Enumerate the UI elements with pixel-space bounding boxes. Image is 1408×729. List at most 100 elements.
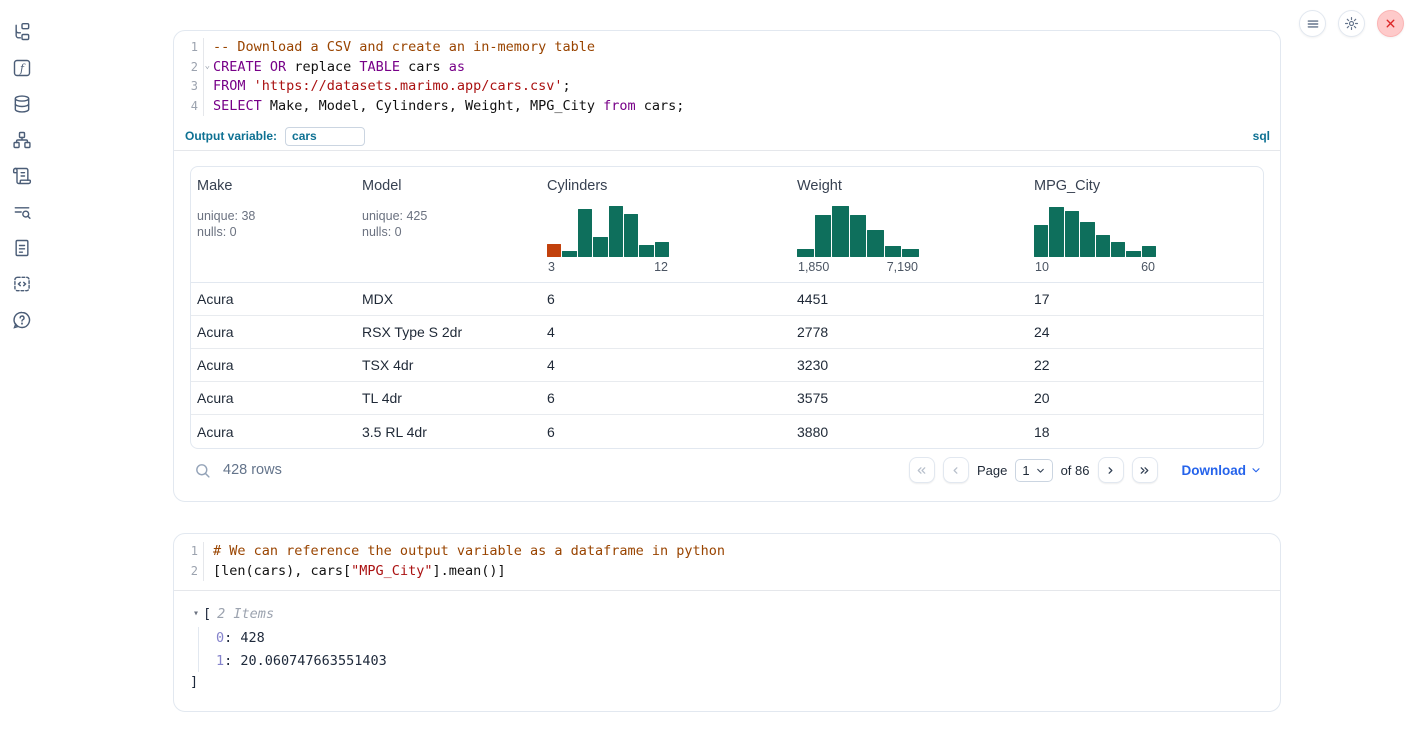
histogram-bars[interactable] bbox=[1034, 203, 1156, 257]
column-stat: unique: 38 bbox=[197, 208, 350, 224]
code-token: cars bbox=[400, 59, 449, 75]
histogram-bars[interactable] bbox=[797, 203, 919, 257]
table-cell: 22 bbox=[1028, 357, 1263, 373]
svg-text:f: f bbox=[19, 62, 26, 75]
column-header-model[interactable]: Modelunique: 425nulls: 0 bbox=[356, 167, 541, 282]
column-header-make[interactable]: Makeunique: 38nulls: 0 bbox=[191, 167, 356, 282]
column-stat: nulls: 0 bbox=[197, 224, 350, 240]
collapse-chevron-icon[interactable]: ▾ bbox=[193, 604, 199, 624]
histogram-bar bbox=[624, 214, 638, 257]
menu-button[interactable] bbox=[1299, 10, 1326, 37]
database-icon[interactable] bbox=[11, 93, 33, 115]
help-bubble-icon[interactable] bbox=[11, 309, 33, 331]
table-cell: Acura bbox=[191, 424, 356, 440]
code-token: ; bbox=[563, 78, 571, 94]
close-button[interactable] bbox=[1377, 10, 1404, 37]
code-token: OR bbox=[270, 59, 286, 75]
code-line[interactable]: 3FROM 'https://datasets.marimo.app/cars.… bbox=[174, 77, 1280, 97]
column-header-cylinders[interactable]: Cylinders312 bbox=[541, 167, 791, 282]
log-search-icon[interactable] bbox=[11, 201, 33, 223]
code-token: 'https://datasets.marimo.app/cars.csv' bbox=[254, 78, 563, 94]
code-token: cars; bbox=[636, 98, 685, 114]
code-text[interactable]: CREATE OR replace TABLE cars as bbox=[204, 58, 465, 78]
search-icon[interactable] bbox=[194, 462, 211, 479]
histogram-bars[interactable] bbox=[547, 203, 669, 257]
dependency-graph-icon[interactable] bbox=[11, 129, 33, 151]
code-token: CREATE bbox=[213, 59, 262, 75]
table-row[interactable]: AcuraRSX Type S 2dr4277824 bbox=[191, 316, 1263, 349]
code-text[interactable]: FROM 'https://datasets.marimo.app/cars.c… bbox=[204, 77, 571, 97]
axis-label: 1,850 bbox=[798, 260, 829, 274]
column-name: Weight bbox=[797, 178, 1022, 194]
column-header-weight[interactable]: Weight 1,850 7,190 bbox=[791, 167, 1028, 282]
table-cell: Acura bbox=[191, 324, 356, 340]
code-text[interactable]: # We can reference the output variable a… bbox=[204, 542, 725, 562]
code-text[interactable]: [len(cars), cars["MPG_City"].mean()] bbox=[204, 562, 506, 582]
histogram-bar bbox=[850, 215, 867, 257]
table-cell: MDX bbox=[356, 291, 541, 307]
tree-entry-key: 1 bbox=[216, 653, 224, 669]
items-count-label: 2 Items bbox=[217, 604, 274, 624]
file-tree-icon[interactable] bbox=[11, 21, 33, 43]
output-variable-input[interactable] bbox=[285, 127, 365, 146]
document-icon[interactable] bbox=[11, 237, 33, 259]
settings-button[interactable] bbox=[1338, 10, 1365, 37]
column-header-mpg_city[interactable]: MPG_City1060 bbox=[1028, 167, 1263, 282]
histogram-bar bbox=[578, 209, 592, 257]
table-row[interactable]: AcuraTSX 4dr4323022 bbox=[191, 349, 1263, 382]
column-stat: nulls: 0 bbox=[362, 224, 535, 240]
sql-code-editor[interactable]: 1 -- Download a CSV and create an in-memo… bbox=[174, 31, 1280, 122]
table-cell: 18 bbox=[1028, 424, 1263, 440]
histogram-axis-labels: 1,850 7,190 bbox=[797, 260, 919, 274]
axis-label: 7,190 bbox=[887, 260, 918, 274]
code-token bbox=[262, 59, 270, 75]
table-row[interactable]: AcuraMDX6445117 bbox=[191, 283, 1263, 316]
tree-entries: 0: 4281: 20.060747663551403 bbox=[198, 627, 1280, 672]
first-page-button[interactable] bbox=[909, 457, 935, 483]
page-select-value: 1 bbox=[1022, 463, 1029, 478]
table-cell: 3880 bbox=[791, 424, 1028, 440]
column-stats: unique: 38nulls: 0 bbox=[197, 208, 350, 240]
scroll-text-icon[interactable] bbox=[11, 165, 33, 187]
line-number: 1 bbox=[191, 38, 198, 58]
axis-label: 10 bbox=[1035, 260, 1049, 274]
table-cell: 17 bbox=[1028, 291, 1263, 307]
python-code-editor[interactable]: 1 # We can reference the output variable … bbox=[174, 534, 1280, 591]
table-cell: Acura bbox=[191, 390, 356, 406]
histogram-bar bbox=[1126, 251, 1140, 257]
table-row[interactable]: Acura3.5 RL 4dr6388018 bbox=[191, 415, 1263, 448]
sql-cell: 1 -- Download a CSV and create an in-memo… bbox=[173, 30, 1281, 502]
row-count: 428 rows bbox=[223, 462, 282, 478]
table-cell: 3230 bbox=[791, 357, 1028, 373]
column-name: Model bbox=[362, 178, 535, 194]
histogram-bar bbox=[815, 215, 832, 257]
code-line[interactable]: 2⌄CREATE OR replace TABLE cars as bbox=[174, 58, 1280, 78]
last-page-button[interactable] bbox=[1132, 457, 1158, 483]
fold-chevron-icon[interactable]: ⌄ bbox=[205, 62, 210, 71]
language-badge[interactable]: sql bbox=[1253, 129, 1270, 143]
table-cell: 6 bbox=[541, 424, 791, 440]
table-cell: 2778 bbox=[791, 324, 1028, 340]
python-cell: 1 # We can reference the output variable … bbox=[173, 533, 1281, 712]
open-bracket: [ bbox=[203, 604, 211, 624]
page-select[interactable]: 1 bbox=[1015, 459, 1052, 482]
line-number: 1 bbox=[191, 542, 198, 562]
code-snippet-icon[interactable] bbox=[11, 273, 33, 295]
function-square-icon[interactable]: f bbox=[11, 57, 33, 79]
histogram-bar bbox=[797, 249, 814, 257]
code-line[interactable]: 4SELECT Make, Model, Cylinders, Weight, … bbox=[174, 97, 1280, 117]
histogram-bar bbox=[832, 206, 849, 257]
code-line[interactable]: 1 -- Download a CSV and create an in-memo… bbox=[174, 38, 1280, 58]
code-line[interactable]: 2[len(cars), cars["MPG_City"].mean()] bbox=[174, 562, 1280, 582]
table-row[interactable]: AcuraTL 4dr6357520 bbox=[191, 382, 1263, 415]
next-page-button[interactable] bbox=[1098, 457, 1124, 483]
code-text[interactable]: -- Download a CSV and create an in-memor… bbox=[204, 38, 595, 58]
data-table: Makeunique: 38nulls: 0Modelunique: 425nu… bbox=[190, 166, 1264, 449]
code-text[interactable]: SELECT Make, Model, Cylinders, Weight, M… bbox=[204, 97, 684, 117]
previous-page-button[interactable] bbox=[943, 457, 969, 483]
download-label: Download bbox=[1182, 463, 1247, 478]
table-cell: 3575 bbox=[791, 390, 1028, 406]
download-button[interactable]: Download bbox=[1182, 463, 1263, 478]
code-line[interactable]: 1 # We can reference the output variable … bbox=[174, 542, 1280, 562]
tree-entry-key: 0 bbox=[216, 630, 224, 646]
